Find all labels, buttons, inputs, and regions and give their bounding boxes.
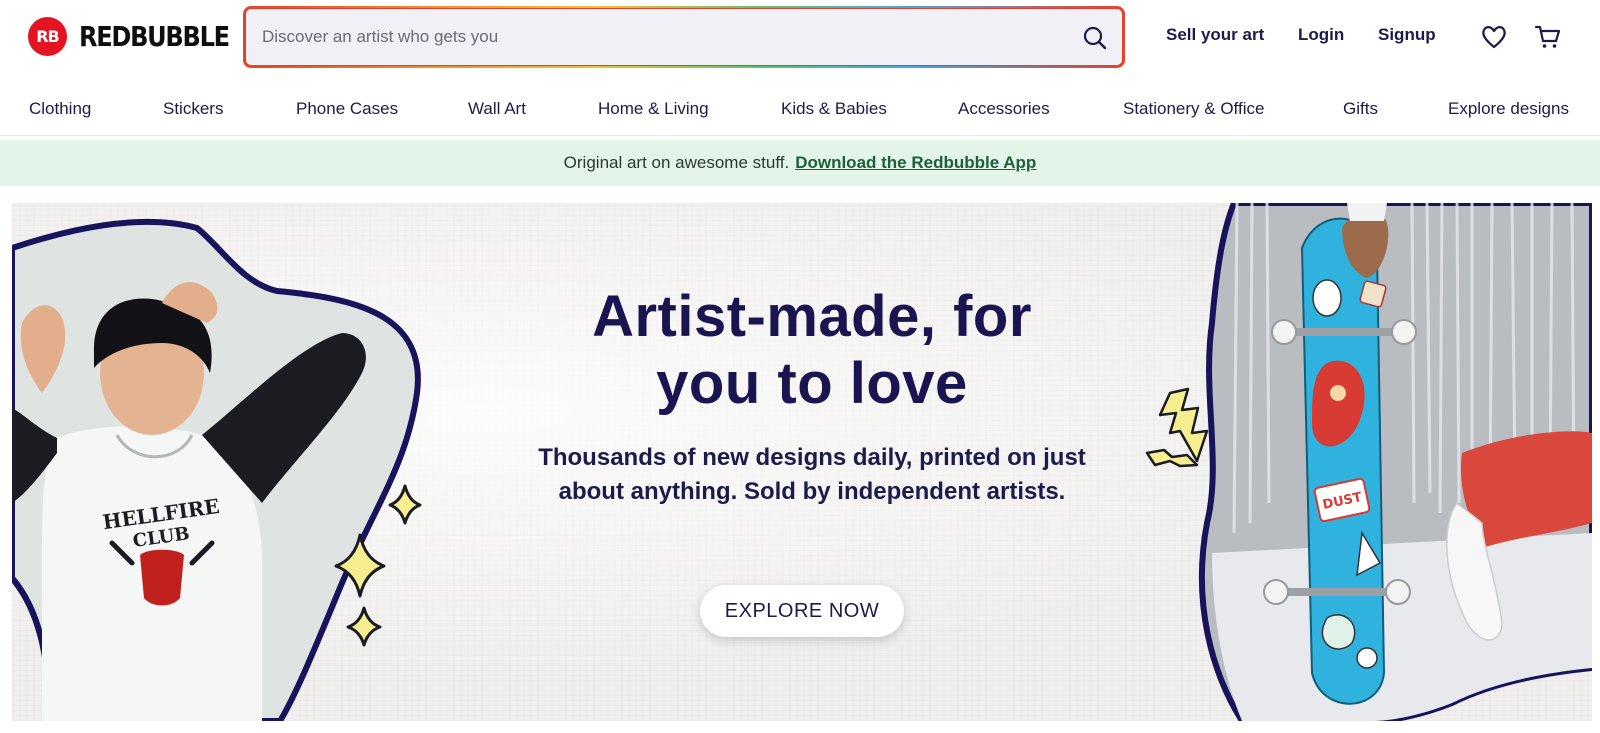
search-button[interactable] [1082,25,1108,51]
category-kids-babies[interactable]: Kids & Babies [781,99,887,119]
hero-title-line2: you to love [656,351,968,416]
hero-title-line1: Artist-made, for [592,284,1032,349]
site-header: RB REDBUBBLE Sell your art Login Signup [0,0,1600,76]
promo-banner: Original art on awesome stuff. Download … [0,140,1600,186]
left-model-photo: HELLFIRE CLUB [12,218,421,721]
category-explore-designs[interactable]: Explore designs [1448,99,1569,119]
category-phone-cases[interactable]: Phone Cases [296,99,398,119]
search-input[interactable] [262,9,1022,65]
logo-wordmark: REDBUBBLE [79,19,230,53]
wishlist-button[interactable] [1479,22,1509,52]
search-inner [245,8,1123,66]
category-nav: Clothing Stickers Phone Cases Wall Art H… [0,90,1600,136]
category-home-living[interactable]: Home & Living [598,99,709,119]
login-link[interactable]: Login [1298,25,1344,45]
category-stationery-office[interactable]: Stationery & Office [1123,99,1264,119]
logo-mark-text: RB [36,26,59,46]
lightning-bolts-decoration [1145,387,1209,468]
cart-icon [1534,25,1561,48]
signup-link[interactable]: Signup [1378,25,1436,45]
promo-text: Original art on awesome stuff. [563,153,790,172]
hero-banner: HELLFIRE CLUB DUST Artist-made, for you … [12,203,1592,721]
cart-button[interactable] [1533,22,1563,52]
hero-subtitle: Thousands of new designs daily, printed … [538,444,1086,505]
category-accessories[interactable]: Accessories [958,99,1050,119]
explore-now-button[interactable]: EXPLORE NOW [700,585,904,637]
search-bar [243,6,1125,68]
download-app-link[interactable]: Download the Redbubble App [795,153,1036,173]
category-wall-art[interactable]: Wall Art [468,99,526,119]
right-skateboard-photo: DUST [1198,203,1592,721]
logo-mark: RB [28,16,67,56]
hero-title: Artist-made, for you to love [472,283,1152,417]
heart-icon [1482,26,1506,49]
sell-your-art-link[interactable]: Sell your art [1166,25,1264,45]
redbubble-logo[interactable]: RB REDBUBBLE [28,15,253,57]
category-gifts[interactable]: Gifts [1343,99,1378,119]
category-clothing[interactable]: Clothing [29,99,91,119]
category-stickers[interactable]: Stickers [163,99,223,119]
search-icon [1083,26,1107,50]
